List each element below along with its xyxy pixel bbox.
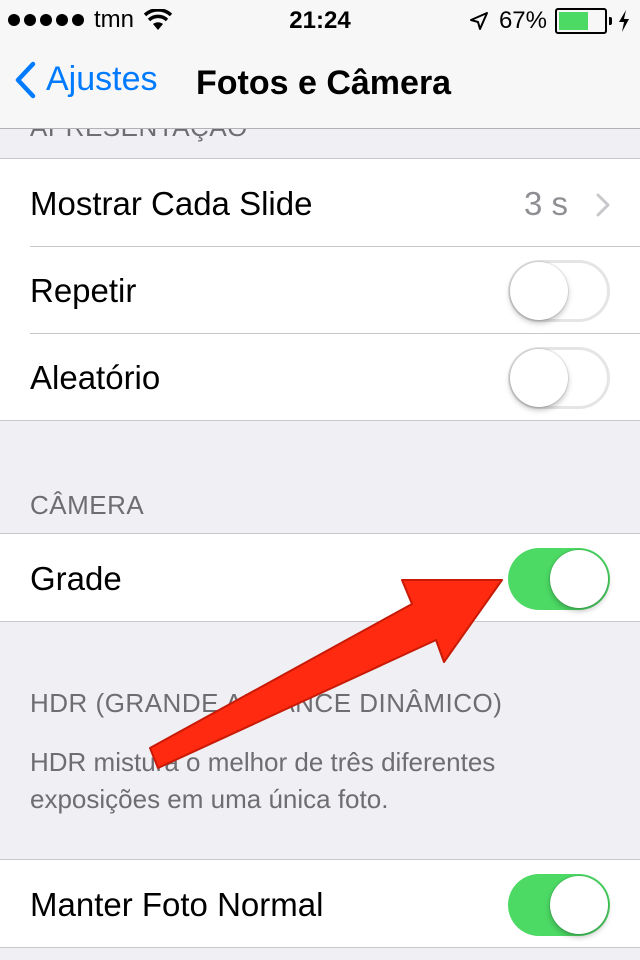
annotation-arrow [149, 579, 503, 769]
